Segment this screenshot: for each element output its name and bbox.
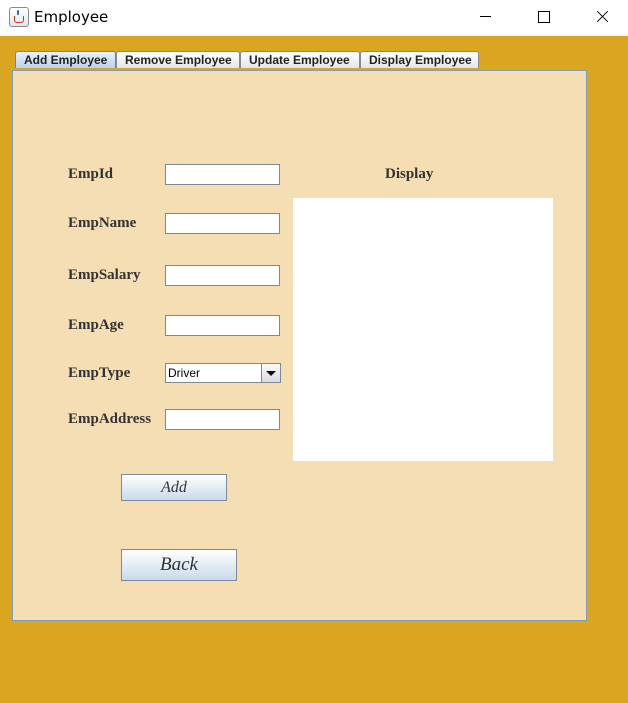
minimize-icon [480,16,491,17]
emptype-selected-value: Driver [168,366,200,380]
maximize-button[interactable] [514,0,572,34]
empsalary-label: EmpSalary [68,267,141,283]
empsalary-field[interactable] [165,265,280,286]
tab-update-employee[interactable]: Update Employee [240,51,360,68]
empid-label: EmpId [68,166,114,182]
tab-remove-employee[interactable]: Remove Employee [116,51,240,68]
add-button[interactable]: Add [121,474,227,501]
back-button[interactable]: Back [121,549,237,581]
empaddress-label: EmpAddress [68,411,152,427]
empaddress-field[interactable] [165,409,280,430]
dropdown-arrow-button[interactable] [261,364,280,382]
window-content: Add Employee Remove Employee Update Empl… [0,36,628,703]
close-button[interactable] [572,0,628,34]
emptype-label: EmpType [68,365,131,381]
tab-display-employee[interactable]: Display Employee [360,51,479,68]
add-employee-panel: EmpId EmpName EmpSalary EmpAge EmpType D… [12,70,587,621]
minimize-button[interactable] [456,0,514,34]
window-title: Employee [34,8,109,26]
java-app-icon [9,7,29,27]
title-bar: Employee [0,0,628,36]
emptype-select[interactable]: Driver [165,363,281,383]
maximize-icon [538,11,550,23]
empname-field[interactable] [165,213,280,234]
empage-label: EmpAge [68,317,124,333]
display-text-area[interactable] [293,198,553,461]
empid-field[interactable] [165,164,280,185]
empname-label: EmpName [68,215,137,231]
chevron-down-icon [266,371,276,376]
tab-add-employee[interactable]: Add Employee [15,51,116,68]
empage-field[interactable] [165,315,280,336]
display-label: Display [385,166,434,182]
